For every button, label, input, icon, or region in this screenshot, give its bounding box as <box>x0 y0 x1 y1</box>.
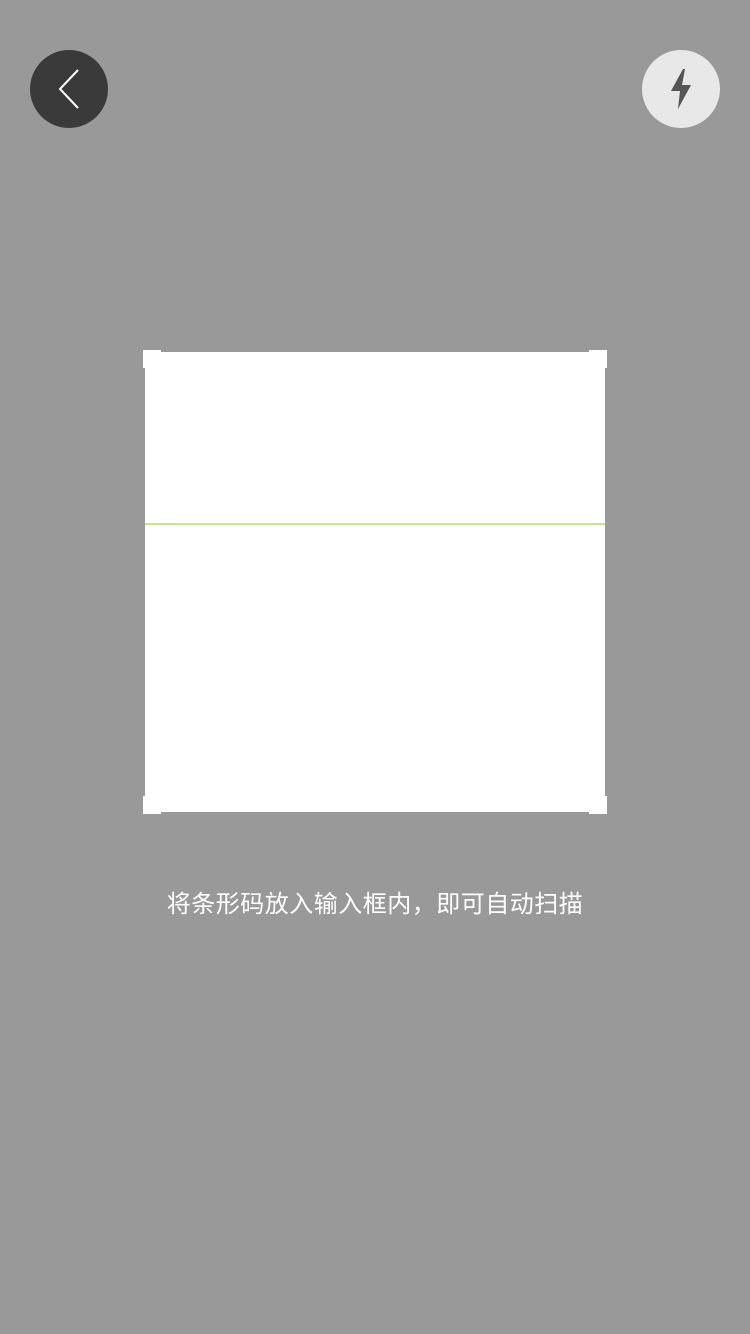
flash-toggle-button[interactable] <box>642 50 720 128</box>
scan-frame <box>143 350 607 814</box>
scan-frame-corner-bottom-left <box>143 796 161 814</box>
scan-line <box>145 523 605 525</box>
scan-frame-corner-top-right <box>589 350 607 368</box>
chevron-left-icon <box>58 69 79 109</box>
scan-hint-text: 将条形码放入输入框内，即可自动扫描 <box>166 890 584 918</box>
lightning-bolt-icon <box>671 69 691 109</box>
scan-frame-corner-bottom-right <box>589 796 607 814</box>
scan-frame-corner-top-left <box>143 350 161 368</box>
back-button[interactable] <box>30 50 108 128</box>
